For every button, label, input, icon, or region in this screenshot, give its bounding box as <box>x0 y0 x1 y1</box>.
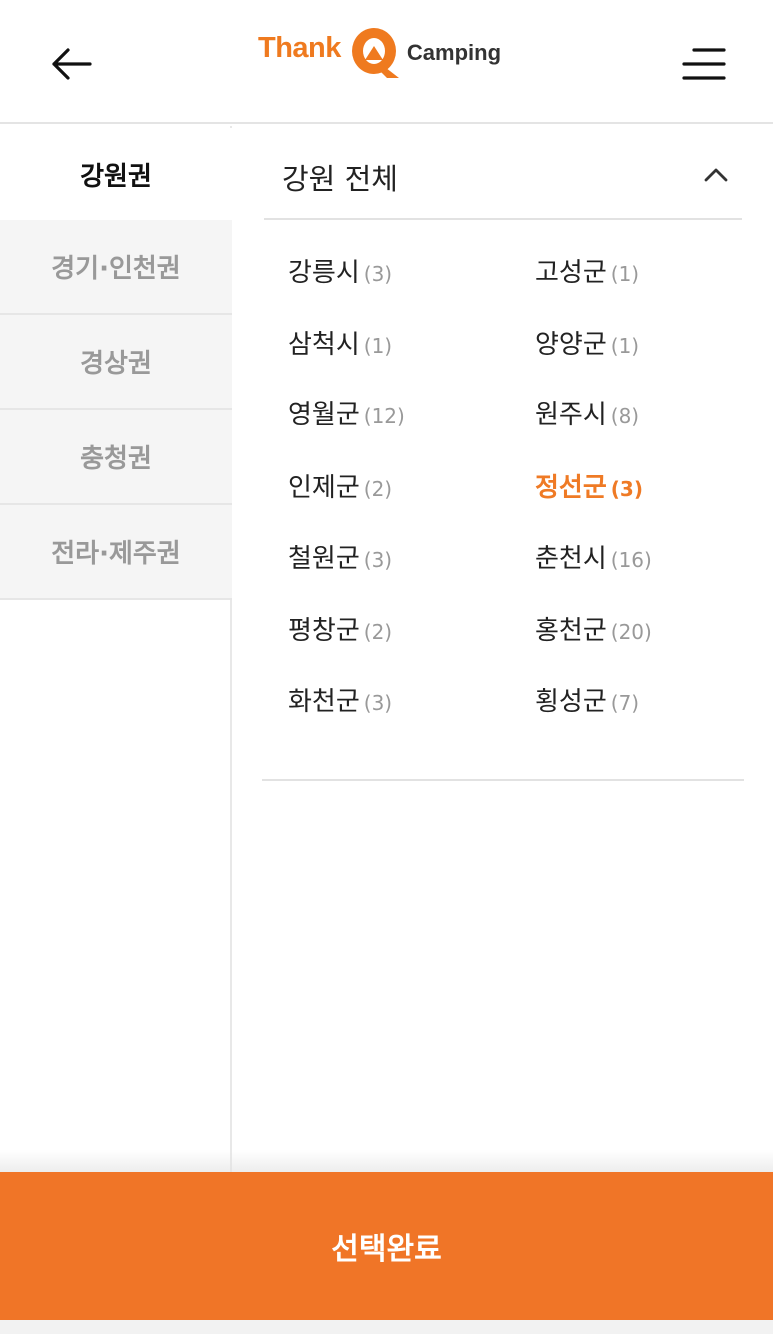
region-name: 평창군 <box>288 616 360 646</box>
region-name: 정선군 <box>535 473 607 503</box>
region-count: (1) <box>610 334 640 358</box>
region-name: 춘천시 <box>535 544 607 574</box>
panel-title: 강원 전체 <box>282 162 398 196</box>
region-count: (16) <box>610 548 652 572</box>
region-count: (20) <box>610 620 652 644</box>
region-item[interactable]: 춘천시 (16) <box>535 538 652 575</box>
region-item[interactable]: 철원군 (3) <box>288 538 392 575</box>
region-count: (1) <box>363 334 393 358</box>
sidebar-item-gyeonggi-incheon[interactable]: 경기·인천권 <box>0 220 232 315</box>
divider <box>262 779 744 781</box>
region-count: (7) <box>610 691 640 715</box>
region-name: 영월군 <box>288 400 360 430</box>
bottom-strip <box>0 1320 773 1334</box>
region-count: (12) <box>363 404 405 428</box>
region-item[interactable]: 영월군 (12) <box>288 394 405 431</box>
hamburger-menu-icon[interactable] <box>678 44 730 84</box>
region-item[interactable]: 횡성군 (7) <box>535 681 639 718</box>
top-header: Thank Camping <box>0 0 773 124</box>
region-item[interactable]: 고성군 (1) <box>535 252 639 289</box>
logo-camping-text: Camping <box>406 40 502 65</box>
region-item[interactable]: 인제군 (2) <box>288 467 392 504</box>
thankq-camping-logo[interactable]: Thank Camping <box>258 24 501 84</box>
region-item[interactable]: 양양군 (1) <box>535 324 639 361</box>
region-item[interactable]: 평창군 (2) <box>288 610 392 647</box>
region-item[interactable]: 홍천군 (20) <box>535 610 652 647</box>
region-item[interactable]: 강릉시 (3) <box>288 252 392 289</box>
region-item-selected[interactable]: 정선군 (3) <box>535 467 643 504</box>
sidebar-item-jeolla-jeju[interactable]: 전라·제주권 <box>0 505 232 600</box>
region-name: 횡성군 <box>535 687 607 717</box>
region-count: (3) <box>363 262 393 286</box>
logo-thank-text: Thank <box>258 32 341 64</box>
region-item[interactable]: 화천군 (3) <box>288 681 392 718</box>
logo-q-icon <box>349 24 403 84</box>
confirm-selection-button[interactable]: 선택완료 <box>0 1172 773 1320</box>
region-all-toggle[interactable]: 강원 전체 <box>264 126 742 220</box>
region-name: 강릉시 <box>288 258 360 288</box>
sidebar-item-gangwon[interactable]: 강원권 <box>0 128 232 220</box>
region-sidebar: 강원권 경기·인천권 경상권 충청권 전라·제주권 <box>0 126 232 1172</box>
region-name: 양양군 <box>535 330 607 360</box>
back-arrow-icon[interactable] <box>48 44 96 84</box>
region-name: 인제군 <box>288 473 360 503</box>
footer-shadow <box>0 1150 773 1172</box>
region-count: (3) <box>610 477 643 501</box>
region-count: (2) <box>363 620 393 644</box>
region-name: 철원군 <box>288 544 360 574</box>
region-count: (3) <box>363 691 393 715</box>
region-name: 고성군 <box>535 258 607 288</box>
region-name: 화천군 <box>288 687 360 717</box>
region-count: (8) <box>610 404 640 428</box>
sidebar-item-chungcheong[interactable]: 충청권 <box>0 410 232 505</box>
region-name: 홍천군 <box>535 616 607 646</box>
region-item[interactable]: 원주시 (8) <box>535 394 639 431</box>
region-count: (2) <box>363 477 393 501</box>
region-item[interactable]: 삼척시 (1) <box>288 324 392 361</box>
region-name: 삼척시 <box>288 330 360 360</box>
sidebar-item-gyeongsang[interactable]: 경상권 <box>0 315 232 410</box>
chevron-up-icon <box>702 164 730 184</box>
region-count: (3) <box>363 548 393 572</box>
region-count: (1) <box>610 262 640 286</box>
region-name: 원주시 <box>535 400 607 430</box>
